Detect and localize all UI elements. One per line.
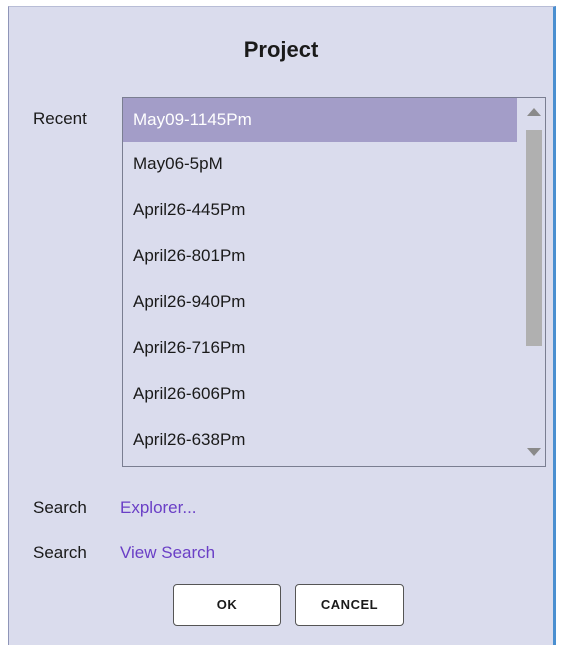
list-item[interactable]: April26-445Pm	[123, 188, 517, 232]
cancel-button[interactable]: CANCEL	[295, 584, 404, 626]
list-item[interactable]: April26-606Pm	[123, 372, 517, 416]
scroll-down-arrow-icon[interactable]	[527, 448, 541, 456]
search-label-view: Search	[33, 543, 87, 562]
explorer-link[interactable]: Explorer...	[120, 498, 197, 518]
list-item[interactable]: May09-1145Pm	[123, 98, 517, 142]
search-label-explorer: Search	[33, 498, 87, 517]
list-item[interactable]: April26-716Pm	[123, 326, 517, 370]
dialog-title: Project	[243, 37, 319, 62]
recent-label: Recent	[33, 109, 87, 128]
view-search-link[interactable]: View Search	[120, 543, 215, 563]
scroll-thumb[interactable]	[526, 130, 542, 346]
list-scrollbar[interactable]	[523, 98, 545, 466]
ok-button[interactable]: OK	[173, 584, 281, 626]
scroll-up-arrow-icon[interactable]	[527, 108, 541, 116]
list-item[interactable]: May06-5pM	[123, 142, 517, 186]
list-item[interactable]: April26-638Pm	[123, 418, 517, 462]
list-item[interactable]: April26-940Pm	[123, 280, 517, 324]
list-item[interactable]: April26-801Pm	[123, 234, 517, 278]
recent-projects-list[interactable]: May09-1145Pm May06-5pM April26-445Pm Apr…	[122, 97, 546, 467]
project-dialog: Project Recent May09-1145Pm May06-5pM Ap…	[8, 6, 556, 645]
